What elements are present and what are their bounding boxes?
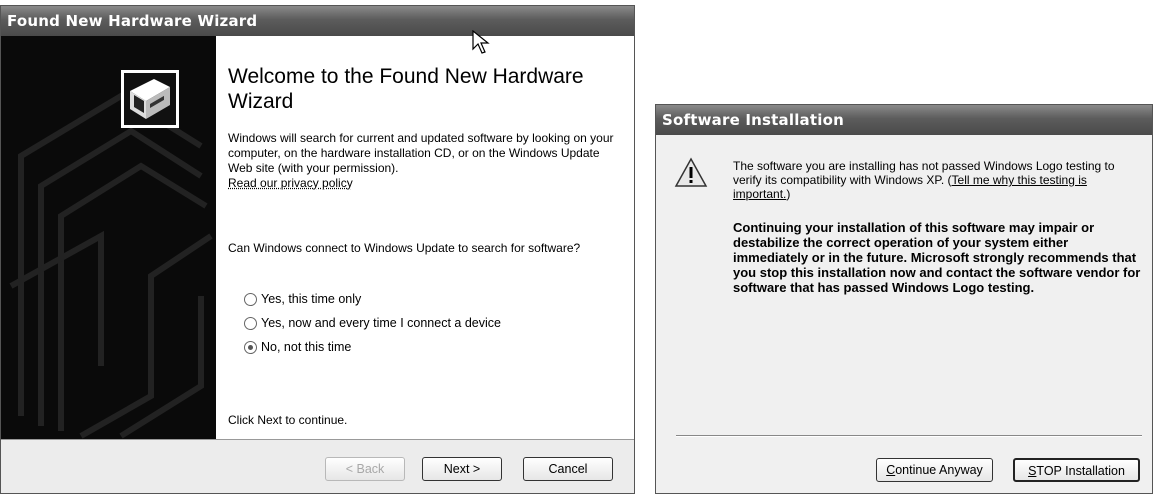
radio-yes-this-time[interactable]: Yes, this time only [244, 292, 361, 306]
radio-button-icon [244, 316, 257, 330]
button-label: ontinue Anyway [895, 463, 983, 477]
continue-anyway-button[interactable]: Continue Anyway [876, 458, 993, 482]
cancel-button[interactable]: Cancel [523, 457, 613, 481]
wizard-content: Welcome to the Found New Hardware Wizard… [216, 36, 634, 441]
banner-graphic [9, 92, 213, 439]
radio-yes-every-time[interactable]: Yes, now and every time I connect a devi… [244, 316, 501, 330]
warning-icon [674, 157, 708, 187]
button-label: TOP Installation [1036, 464, 1125, 478]
radio-label: Yes, this time only [261, 292, 362, 306]
back-button[interactable]: < Back [325, 457, 405, 481]
install-body: The software you are installing has not … [656, 135, 1152, 493]
wizard-title: Found New Hardware Wizard [7, 12, 258, 30]
hardware-wizard-window: Found New Hardware Wizard Welcome to the… [0, 5, 635, 494]
mouse-cursor-icon [472, 30, 490, 54]
warning-message: Continuing your installation of this sof… [733, 220, 1141, 295]
install-title: Software Installation [662, 111, 844, 129]
wizard-question: Can Windows connect to Windows Update to… [228, 241, 581, 255]
radio-label: No, not this time [261, 340, 352, 354]
wizard-intro-text: Windows will search for current and upda… [228, 131, 614, 175]
wizard-heading: Welcome to the Found New Hardware Wizard [228, 65, 584, 113]
radio-label: Yes, now and every time I connect a devi… [261, 316, 501, 330]
wizard-button-bar: < Back Next > Cancel [1, 439, 634, 493]
continue-instruction: Click Next to continue. [228, 413, 348, 427]
message-text-end: ) [786, 187, 791, 201]
radio-no-not-this-time[interactable]: No, not this time [244, 340, 351, 354]
hardware-icon [121, 70, 179, 128]
separator [676, 435, 1142, 437]
wizard-title-bar[interactable]: Found New Hardware Wizard [1, 6, 634, 36]
privacy-policy-link[interactable]: Read our privacy policy [228, 176, 353, 190]
wizard-side-banner [1, 36, 216, 441]
radio-button-icon [244, 292, 257, 306]
install-title-bar[interactable]: Software Installation [656, 105, 1152, 135]
compatibility-message: The software you are installing has not … [733, 159, 1143, 201]
next-button[interactable]: Next > [422, 457, 502, 481]
stop-installation-button[interactable]: STOP Installation [1013, 458, 1140, 482]
accelerator-key: C [886, 463, 896, 477]
software-installation-dialog: Software Installation The software you a… [655, 104, 1153, 494]
radio-button-selected-icon [244, 340, 257, 354]
